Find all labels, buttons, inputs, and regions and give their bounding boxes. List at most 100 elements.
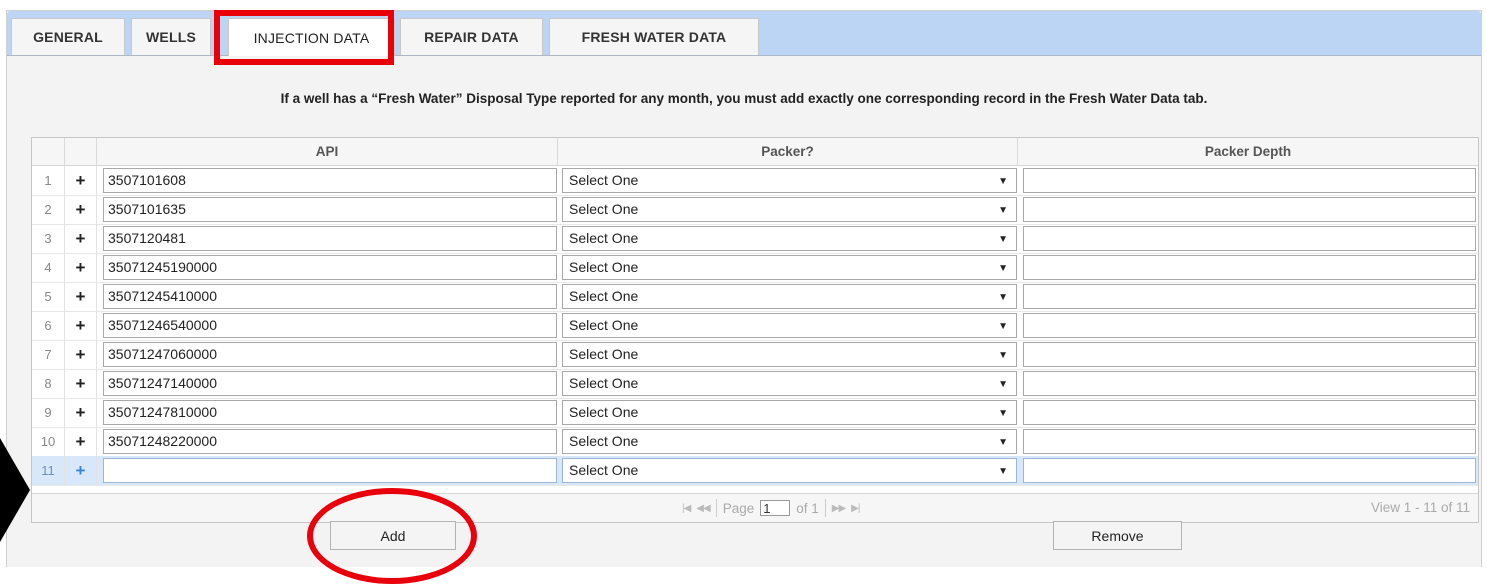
row-number: 1: [32, 166, 65, 195]
row-number: 7: [32, 340, 65, 369]
tab-general[interactable]: GENERAL: [11, 18, 125, 55]
dropdown-arrow-icon: ▼: [998, 466, 1008, 477]
packer-select[interactable]: Select One ▼: [562, 197, 1017, 222]
packer-depth-input[interactable]: [1023, 255, 1476, 280]
last-page-icon[interactable]: ▶|: [851, 503, 860, 514]
packer-select-value: Select One: [569, 404, 639, 420]
packer-depth-input[interactable]: [1023, 342, 1476, 367]
row-number: 8: [32, 369, 65, 398]
row-number: 4: [32, 253, 65, 282]
table-row[interactable]: 6 +35071246540000 Select One ▼: [32, 311, 1478, 341]
dropdown-arrow-icon: ▼: [998, 350, 1008, 361]
expand-row-icon[interactable]: +: [65, 369, 97, 398]
table-row[interactable]: 1 +3507101608 Select One ▼: [32, 166, 1478, 196]
packer-select-value: Select One: [569, 288, 639, 304]
expand-row-icon[interactable]: +: [65, 253, 97, 282]
row-number: 9: [32, 398, 65, 427]
tab-highlight-box: [214, 10, 394, 65]
packer-depth-input[interactable]: [1023, 197, 1476, 222]
expand-row-icon[interactable]: +: [65, 195, 97, 224]
packer-select[interactable]: Select One ▼: [562, 371, 1017, 396]
expand-row-icon[interactable]: +: [65, 311, 97, 340]
header-packer-depth[interactable]: Packer Depth: [1018, 138, 1478, 165]
pager-separator: [715, 499, 717, 517]
expand-row-icon[interactable]: +: [65, 398, 97, 427]
tab-wells[interactable]: WELLS: [131, 18, 211, 55]
dropdown-arrow-icon: ▼: [998, 321, 1008, 332]
expand-row-icon[interactable]: +: [65, 456, 97, 485]
packer-depth-input[interactable]: [1023, 400, 1476, 425]
packer-select-value: Select One: [569, 433, 639, 449]
table-row[interactable]: 7 +35071247060000 Select One ▼: [32, 340, 1478, 370]
api-input[interactable]: 35071245190000: [103, 255, 557, 280]
packer-select[interactable]: Select One ▼: [562, 284, 1017, 309]
row-number: 6: [32, 311, 65, 340]
fresh-water-notice: If a well has a “Fresh Water” Disposal T…: [280, 91, 1208, 106]
tab-fresh-water-data[interactable]: FRESH WATER DATA: [549, 18, 759, 55]
api-input[interactable]: 35071247140000: [103, 371, 557, 396]
api-input[interactable]: 3507120481: [103, 226, 557, 251]
tab-repair-data[interactable]: REPAIR DATA: [400, 18, 543, 55]
header-packer[interactable]: Packer?: [558, 138, 1018, 165]
table-row[interactable]: 8 +35071247140000 Select One ▼: [32, 369, 1478, 399]
expand-row-icon[interactable]: +: [65, 166, 97, 195]
table-row[interactable]: 11 + Select One ▼: [32, 456, 1478, 486]
dropdown-arrow-icon: ▼: [998, 379, 1008, 390]
packer-select[interactable]: Select One ▼: [562, 429, 1017, 454]
expand-row-icon[interactable]: +: [65, 427, 97, 456]
packer-select[interactable]: Select One ▼: [562, 168, 1017, 193]
packer-select[interactable]: Select One ▼: [562, 458, 1017, 483]
dropdown-arrow-icon: ▼: [998, 292, 1008, 303]
expand-row-icon[interactable]: +: [65, 224, 97, 253]
packer-select[interactable]: Select One ▼: [562, 255, 1017, 280]
table-row[interactable]: 2 +3507101635 Select One ▼: [32, 195, 1478, 225]
packer-depth-input[interactable]: [1023, 284, 1476, 309]
header-expand: [65, 138, 97, 165]
dropdown-arrow-icon: ▼: [998, 408, 1008, 419]
table-row[interactable]: 4 +35071245190000 Select One ▼: [32, 253, 1478, 283]
packer-depth-input[interactable]: [1023, 429, 1476, 454]
header-row-number: [32, 138, 65, 165]
dropdown-arrow-icon: ▼: [998, 263, 1008, 274]
expand-row-icon[interactable]: +: [65, 340, 97, 369]
packer-depth-input[interactable]: [1023, 458, 1476, 483]
packer-select-value: Select One: [569, 259, 639, 275]
api-input[interactable]: 35071247810000: [103, 400, 557, 425]
packer-depth-input[interactable]: [1023, 168, 1476, 193]
api-input[interactable]: 35071246540000: [103, 313, 557, 338]
table-row[interactable]: 9 +35071247810000 Select One ▼: [32, 398, 1478, 428]
prev-page-icon[interactable]: ◀◀: [696, 503, 710, 514]
packer-depth-input[interactable]: [1023, 226, 1476, 251]
packer-select[interactable]: Select One ▼: [562, 226, 1017, 251]
row-number: 10: [32, 427, 65, 456]
packer-select-value: Select One: [569, 317, 639, 333]
packer-select-value: Select One: [569, 346, 639, 362]
api-input[interactable]: 3507101635: [103, 197, 557, 222]
injection-data-grid: API Packer? Packer Depth 1 +3507101608 Sel…: [31, 137, 1479, 523]
api-input[interactable]: 35071247060000: [103, 342, 557, 367]
page-total: of 1: [796, 500, 819, 516]
api-input[interactable]: 3507101608: [103, 168, 557, 193]
pager-controls: |◀ ◀◀ Page 1 of 1 ▶▶ ▶|: [682, 499, 860, 517]
table-row[interactable]: 5 +35071245410000 Select One ▼: [32, 282, 1478, 312]
row-pointer-arrow: [0, 438, 30, 542]
dropdown-arrow-icon: ▼: [998, 176, 1008, 187]
packer-select[interactable]: Select One ▼: [562, 313, 1017, 338]
api-input[interactable]: [103, 458, 557, 483]
packer-select-value: Select One: [569, 462, 639, 478]
packer-select[interactable]: Select One ▼: [562, 400, 1017, 425]
table-row[interactable]: 10 +35071248220000 Select One ▼: [32, 427, 1478, 457]
next-page-icon[interactable]: ▶▶: [832, 503, 846, 514]
remove-button[interactable]: Remove: [1053, 521, 1182, 550]
table-row[interactable]: 3 +3507120481 Select One ▼: [32, 224, 1478, 254]
header-api[interactable]: API: [97, 138, 558, 165]
page-number-input[interactable]: 1: [760, 500, 791, 516]
expand-row-icon[interactable]: +: [65, 282, 97, 311]
packer-select[interactable]: Select One ▼: [562, 342, 1017, 367]
api-input[interactable]: 35071245410000: [103, 284, 557, 309]
first-page-icon[interactable]: |◀: [682, 503, 691, 514]
packer-depth-input[interactable]: [1023, 313, 1476, 338]
api-input[interactable]: 35071248220000: [103, 429, 557, 454]
packer-depth-input[interactable]: [1023, 371, 1476, 396]
form-panel: GENERAL WELLS INJECTION DATA REPAIR DATA…: [6, 10, 1482, 567]
